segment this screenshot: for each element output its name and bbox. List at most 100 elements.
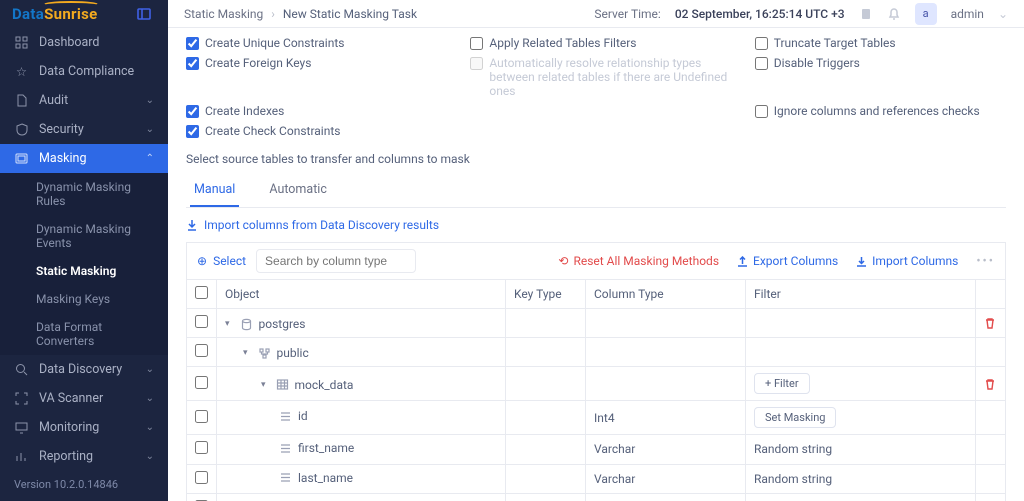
logo: DataSunrise (12, 5, 98, 23)
sidebar-sub-converters[interactable]: Data Format Converters (0, 313, 168, 355)
grid-header-row: Object Key Type Column Type Filter (187, 280, 1006, 309)
row-checkbox[interactable] (195, 376, 208, 389)
column-type: Varchar (586, 435, 746, 465)
schema-icon (258, 347, 271, 360)
row-checkbox[interactable] (195, 441, 208, 454)
sidebar-sub-static[interactable]: Static Masking (0, 257, 168, 285)
scan-icon (14, 391, 29, 406)
select-button[interactable]: ⊕Select (197, 254, 246, 268)
sidebar-item-discovery[interactable]: Data Discovery⌄ (0, 355, 168, 384)
tab-manual[interactable]: Manual (190, 174, 239, 207)
table-row: idInt4Set Masking (187, 401, 1006, 435)
server-time-label: Server Time: (594, 7, 660, 21)
collapse-sidebar-icon[interactable] (132, 2, 156, 26)
caret-icon[interactable]: ▾ (261, 380, 270, 390)
chk-label: Ignore columns and references checks (774, 104, 980, 118)
col-keytype[interactable]: Key Type (506, 280, 586, 309)
column-type: Varchar (586, 494, 746, 501)
sidebar: DataSunrise Dashboard ☆Data Compliance A… (0, 0, 168, 501)
chk-related-filters[interactable]: Apply Related Tables Filters (470, 36, 746, 50)
chevron-down-icon[interactable]: ⌄ (998, 7, 1008, 21)
select-all-checkbox[interactable] (195, 286, 208, 299)
sidebar-item-reporting[interactable]: Reporting⌄ (0, 442, 168, 468)
chevron-down-icon: ⌄ (146, 422, 154, 433)
sidebar-sub-dynamic-events[interactable]: Dynamic Masking Events (0, 215, 168, 257)
chk-ignore-refs[interactable]: Ignore columns and references checks (755, 104, 1006, 118)
column-search-input[interactable] (256, 249, 416, 273)
tab-automatic[interactable]: Automatic (265, 174, 331, 207)
row-checkbox[interactable] (195, 410, 208, 423)
chk-label: Truncate Target Tables (774, 36, 896, 50)
sidebar-item-label: Data Compliance (39, 64, 134, 79)
more-icon[interactable]: ••• (976, 254, 995, 269)
upload-icon (737, 256, 748, 267)
sidebar-item-vascanner[interactable]: VA Scanner ⌄ (0, 384, 168, 413)
bell-icon[interactable] (887, 7, 901, 21)
chart-icon (14, 449, 29, 464)
column-type (586, 309, 746, 338)
avatar[interactable]: a (915, 3, 937, 25)
download-icon (856, 256, 867, 267)
trash-icon[interactable] (984, 317, 997, 329)
caret-icon[interactable]: ▾ (243, 348, 252, 358)
chk-label: Disable Triggers (774, 56, 860, 70)
clipboard-icon[interactable] (859, 7, 873, 21)
col-coltype[interactable]: Column Type (586, 280, 746, 309)
sidebar-item-compliance[interactable]: ☆Data Compliance (0, 57, 168, 86)
row-checkbox[interactable] (195, 315, 208, 328)
hint-text: Select source tables to transfer and col… (186, 152, 1006, 166)
chk-truncate[interactable]: Truncate Target Tables (755, 36, 1006, 50)
trash-icon[interactable] (984, 378, 997, 390)
db-icon (240, 318, 253, 331)
refresh-icon: ⟲ (558, 254, 568, 268)
sidebar-item-label: Reporting (39, 449, 93, 464)
object-name: postgres (259, 317, 306, 331)
sidebar-item-dashboard[interactable]: Dashboard (0, 28, 168, 57)
table-row: first_nameVarcharRandom string (187, 435, 1006, 465)
col-filter[interactable]: Filter (746, 280, 976, 309)
chk-foreign[interactable]: Create Foreign Keys (186, 56, 462, 98)
plus-icon: ⊕ (197, 254, 207, 268)
chk-indexes[interactable]: Create Indexes (186, 104, 462, 118)
link-label: Export Columns (753, 254, 838, 268)
sidebar-item-masking[interactable]: Masking⌃ (0, 144, 168, 173)
col-object[interactable]: Object (217, 280, 506, 309)
grid-icon (14, 35, 29, 50)
sidebar-item-label: Masking Keys (36, 292, 110, 306)
chk-disable-triggers[interactable]: Disable Triggers (755, 56, 1006, 98)
table-row: ▾public (187, 338, 1006, 367)
sidebar-item-label: VA Scanner (39, 391, 103, 406)
import-discovery-link[interactable]: Import columns from Data Discovery resul… (186, 218, 1006, 232)
breadcrumb-current: New Static Masking Task (283, 7, 417, 21)
sidebar-item-label: Static Masking (36, 264, 116, 278)
sidebar-sub-keys[interactable]: Masking Keys (0, 285, 168, 313)
sidebar-item-label: Security (39, 122, 84, 137)
mask-icon (14, 151, 29, 166)
caret-icon[interactable]: ▾ (225, 319, 234, 329)
search-icon (14, 362, 29, 377)
sidebar-sub-dynamic-rules[interactable]: Dynamic Masking Rules (0, 173, 168, 215)
filter-button[interactable]: Set Masking (754, 407, 836, 428)
breadcrumb-parent[interactable]: Static Masking (184, 7, 263, 21)
options-grid: Create Unique Constraints Apply Related … (186, 36, 1006, 138)
chevron-down-icon: ⌄ (146, 364, 154, 375)
shield-icon (14, 122, 29, 137)
chk-check-constraints[interactable]: Create Check Constraints (186, 124, 462, 138)
chk-label: Create Foreign Keys (205, 56, 311, 70)
row-checkbox[interactable] (195, 344, 208, 357)
import-columns-link[interactable]: Import Columns (856, 254, 958, 268)
user-name[interactable]: admin (951, 7, 984, 21)
sidebar-item-security[interactable]: Security⌄ (0, 115, 168, 144)
chevron-down-icon: ⌄ (146, 95, 154, 106)
sidebar-item-monitoring[interactable]: Monitoring⌄ (0, 413, 168, 442)
key-type (506, 494, 586, 501)
chk-unique[interactable]: Create Unique Constraints (186, 36, 462, 50)
chk-label: Create Unique Constraints (205, 36, 344, 50)
sidebar-item-audit[interactable]: Audit⌄ (0, 86, 168, 115)
sidebar-item-label: Data Format Converters (36, 320, 154, 348)
filter-button[interactable]: + Filter (754, 373, 810, 394)
export-columns-link[interactable]: Export Columns (737, 254, 838, 268)
chevron-down-icon: ⌄ (146, 393, 154, 404)
row-checkbox[interactable] (195, 471, 208, 484)
reset-methods-link[interactable]: ⟲Reset All Masking Methods (558, 254, 719, 268)
